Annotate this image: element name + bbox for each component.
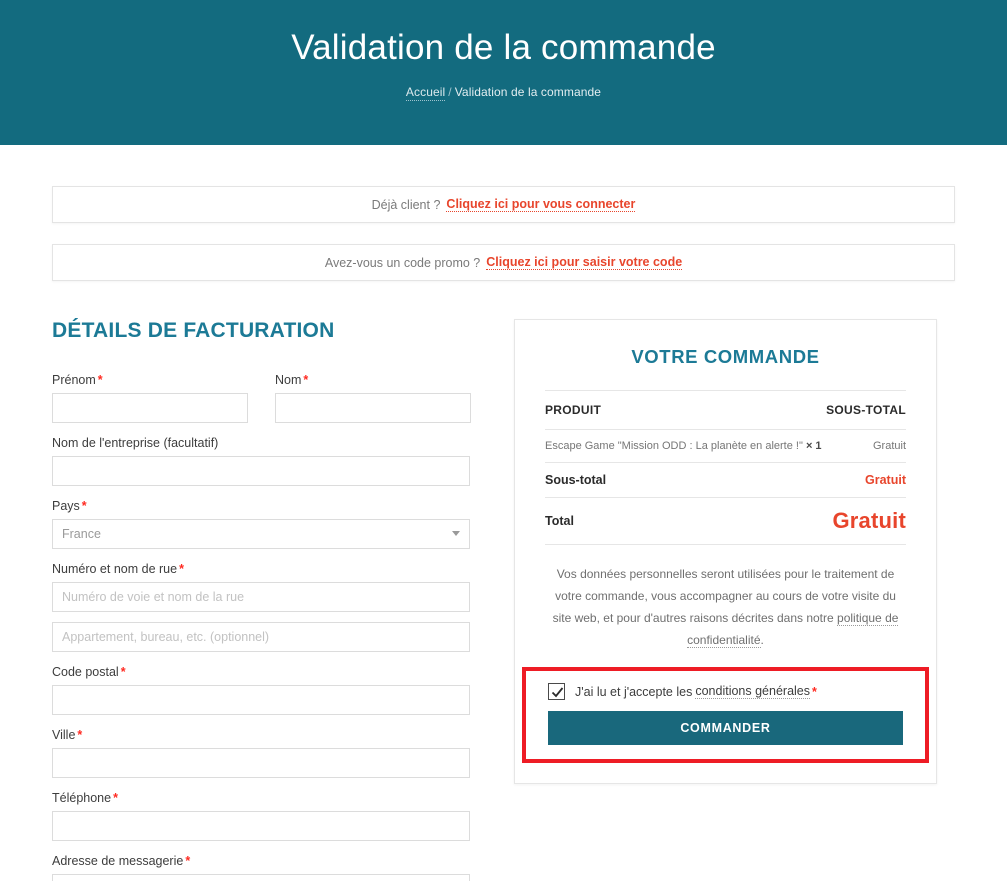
last-name-label-text: Nom (275, 373, 302, 387)
city-required: * (77, 728, 83, 742)
street-address-2-input[interactable] (52, 622, 470, 652)
terms-checkbox[interactable] (548, 683, 565, 700)
order-item-name: Escape Game "Mission ODD : La planète en… (545, 440, 803, 452)
country-field: Pays * France (52, 499, 470, 549)
login-link[interactable]: Cliquez ici pour vous connecter (446, 197, 636, 212)
email-field-group: Adresse de messagerie * (52, 854, 470, 881)
first-name-input[interactable] (52, 393, 248, 423)
coupon-notice-text: Avez-vous un code promo ? (324, 255, 481, 270)
order-total-value: Gratuit (825, 497, 906, 545)
email-required: * (185, 854, 191, 868)
phone-input[interactable] (52, 811, 470, 841)
privacy-period: . (760, 633, 764, 647)
postcode-input[interactable] (52, 685, 470, 715)
breadcrumb-current: Validation de la commande (454, 85, 602, 99)
order-table-header-row: PRODUIT SOUS-TOTAL (545, 390, 906, 430)
first-name-label-text: Prénom (52, 373, 96, 387)
phone-required: * (113, 791, 118, 805)
country-label-text: Pays (52, 499, 80, 513)
street-label: Numéro et nom de rue * (52, 562, 470, 576)
order-item-name-cell: Escape Game "Mission ODD : La planète en… (545, 429, 826, 463)
check-icon (551, 687, 564, 698)
order-item-qty: × 1 (805, 440, 822, 452)
privacy-notice: Vos données personnelles seront utilisée… (545, 563, 906, 651)
city-label-text: Ville (52, 728, 76, 742)
terms-required: * (812, 684, 817, 699)
order-subtotal-label: Sous-total (545, 462, 826, 498)
email-input[interactable] (52, 874, 470, 881)
order-table-body: Escape Game "Mission ODD : La planète en… (545, 429, 906, 545)
billing-column: DÉTAILS DE FACTURATION Prénom * Nom * Nom … (52, 319, 471, 881)
city-input[interactable] (52, 748, 470, 778)
terms-and-submit-highlight: J'ai lu et j'accepte les conditions géné… (522, 667, 929, 763)
checkout-columns: DÉTAILS DE FACTURATION Prénom * Nom * Nom … (52, 319, 955, 881)
order-summary-panel: VOTRE COMMANDE PRODUIT SOUS-TOTAL Escape… (514, 319, 937, 784)
terms-conditions-link[interactable]: conditions générales (695, 684, 811, 699)
last-name-label: Nom * (275, 373, 471, 387)
place-order-button[interactable]: COMMANDER (548, 711, 903, 745)
street-field: Numéro et nom de rue * (52, 562, 470, 652)
company-input[interactable] (52, 456, 470, 486)
street-label-text: Numéro et nom de rue (52, 562, 178, 576)
name-row: Prénom * Nom * (52, 373, 471, 436)
last-name-required: * (303, 373, 309, 387)
page-title: Validation de la commande (291, 28, 716, 67)
breadcrumb: Accueil / Validation de la commande (405, 85, 602, 101)
phone-label-text: Téléphone (52, 791, 112, 805)
terms-row: J'ai lu et j'accepte les conditions géné… (548, 683, 903, 700)
phone-label: Téléphone * (52, 791, 470, 805)
order-subtotal-row: Sous-total Gratuit (545, 462, 906, 498)
page-content: Déjà client ? Cliquez ici pour vous conn… (0, 186, 1007, 881)
country-select-value[interactable]: France (52, 519, 470, 549)
login-notice: Déjà client ? Cliquez ici pour vous conn… (52, 186, 955, 223)
order-column: VOTRE COMMANDE PRODUIT SOUS-TOTAL Escape… (514, 319, 937, 784)
email-label: Adresse de messagerie * (52, 854, 470, 868)
billing-details-title: DÉTAILS DE FACTURATION (52, 319, 335, 342)
postcode-field: Code postal * (52, 665, 470, 715)
order-total-row: Total Gratuit (545, 497, 906, 545)
last-name-input[interactable] (275, 393, 471, 423)
coupon-notice: Avez-vous un code promo ? Cliquez ici po… (52, 244, 955, 281)
coupon-link[interactable]: Cliquez ici pour saisir votre code (486, 255, 683, 270)
phone-field: Téléphone * (52, 791, 470, 841)
street-address-input[interactable] (52, 582, 470, 612)
country-label: Pays * (52, 499, 470, 513)
chevron-down-icon (452, 531, 460, 536)
login-notice-text: Déjà client ? (371, 197, 441, 212)
breadcrumb-home-link[interactable]: Accueil (405, 85, 446, 101)
street-required: * (179, 562, 184, 576)
order-table: PRODUIT SOUS-TOTAL Escape Game "Mission … (545, 390, 906, 545)
postcode-label: Code postal * (52, 665, 470, 679)
first-name-field: Prénom * (52, 373, 248, 423)
order-item-price: Gratuit (825, 429, 906, 463)
first-name-label: Prénom * (52, 373, 248, 387)
country-required: * (81, 499, 87, 513)
order-subtotal-value: Gratuit (825, 462, 906, 498)
breadcrumb-separator: / (448, 85, 452, 99)
terms-label-text: J'ai lu et j'accepte les (575, 684, 693, 699)
order-table-head: PRODUIT SOUS-TOTAL (545, 390, 906, 430)
postcode-required: * (120, 665, 126, 679)
company-label: Nom de l'entreprise (facultatif) (52, 436, 219, 450)
postcode-label-text: Code postal (52, 665, 119, 679)
order-col-subtotal: SOUS-TOTAL (825, 390, 906, 430)
email-label-text: Adresse de messagerie (52, 854, 184, 868)
table-row: Escape Game "Mission ODD : La planète en… (545, 429, 906, 463)
city-label: Ville * (52, 728, 470, 742)
order-total-label: Total (545, 497, 826, 545)
city-field: Ville * (52, 728, 470, 778)
order-col-product: PRODUIT (545, 390, 826, 430)
page-header: Validation de la commande Accueil / Valida… (0, 0, 1007, 145)
last-name-field: Nom * (275, 373, 471, 423)
country-select[interactable]: France (52, 519, 470, 549)
order-summary-title: VOTRE COMMANDE (631, 346, 820, 367)
company-field: Nom de l'entreprise (facultatif) (52, 436, 470, 486)
first-name-required: * (97, 373, 103, 387)
